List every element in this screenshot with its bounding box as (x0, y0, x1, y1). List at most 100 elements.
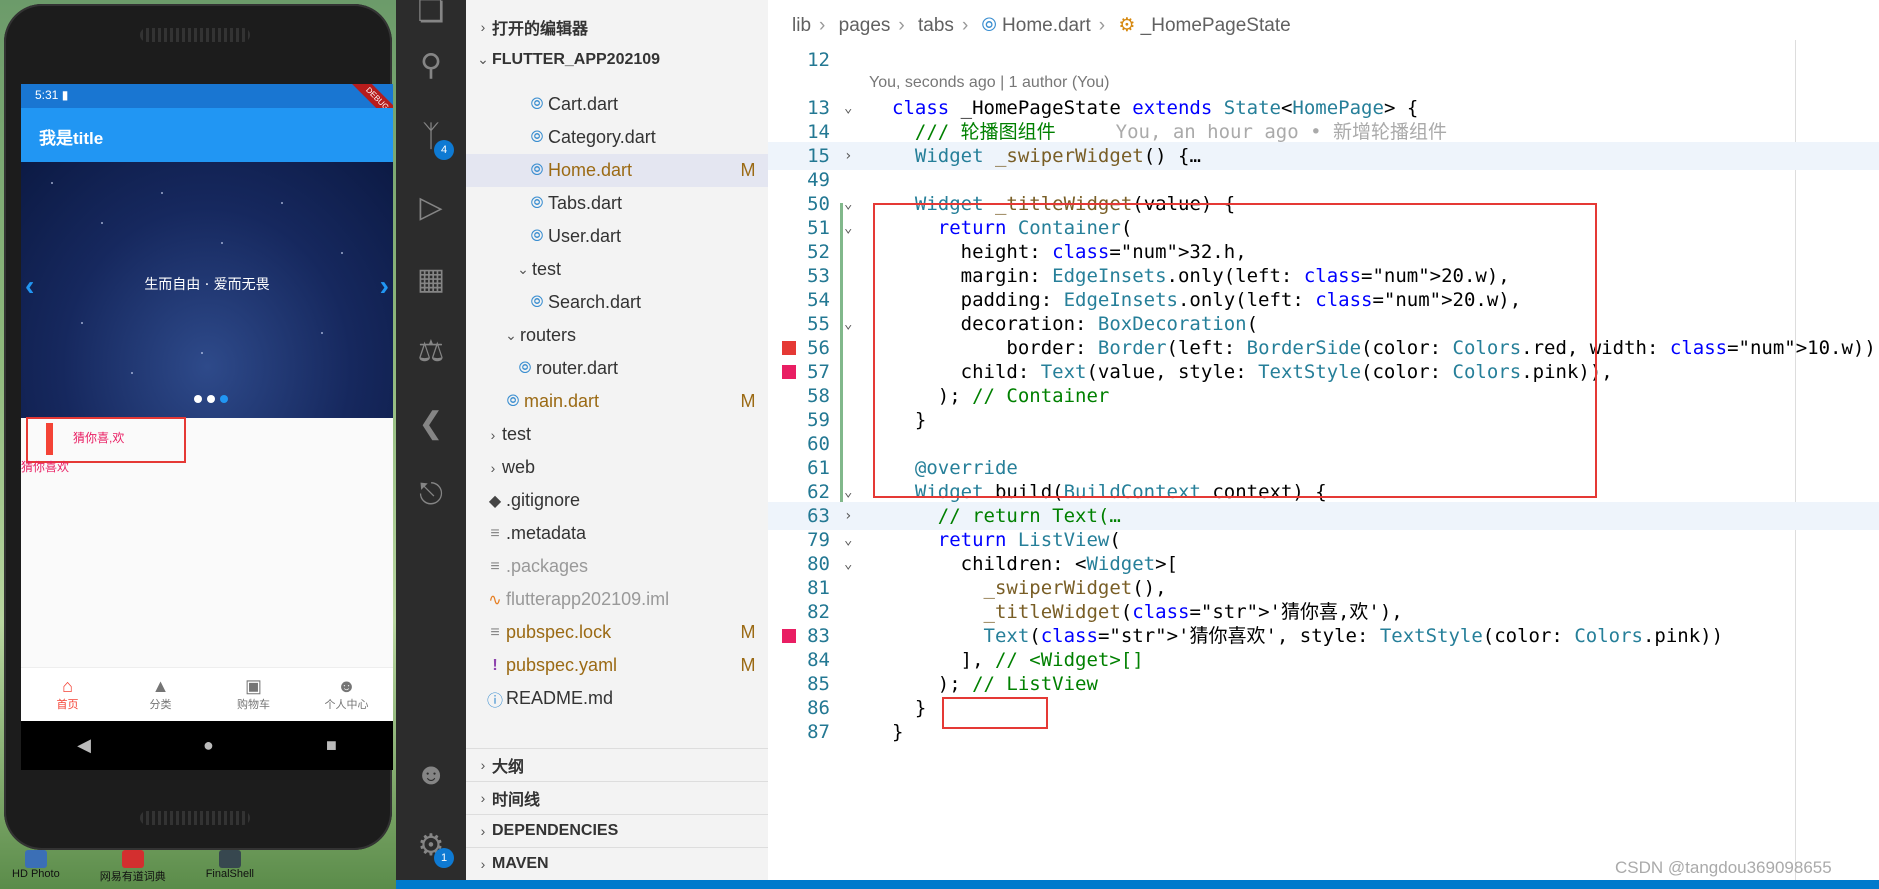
file-label: Home.dart (548, 160, 633, 180)
screen-root: 5:31 ▮ DEBUG 我是title 生而自由 · 爱而无畏 ‹ › 猜你喜… (0, 0, 1879, 889)
pagination-dot[interactable] (207, 395, 215, 403)
account-icon[interactable]: ☻ (396, 750, 466, 800)
chevron-down-icon: ⌄ (505, 327, 517, 343)
file-item[interactable]: ⦾ router.dart (466, 352, 768, 385)
search-icon[interactable]: ⚲ (396, 40, 466, 90)
section-label: 打开的编辑器 (492, 20, 589, 38)
phone-screen: 5:31 ▮ DEBUG 我是title 生而自由 · 爱而无畏 ‹ › 猜你喜… (21, 84, 393, 770)
desktop-background: 5:31 ▮ DEBUG 我是title 生而自由 · 爱而无畏 ‹ › 猜你喜… (0, 0, 396, 889)
file-item[interactable]: ∿ flutterapp202109.iml (466, 583, 768, 616)
exclamation-icon: ! (492, 656, 498, 674)
folder-label: routers (520, 325, 577, 345)
breadcrumb-item[interactable]: _HomePageState (1141, 15, 1291, 36)
breakpoint-icon[interactable] (782, 629, 796, 643)
recents-icon[interactable]: ■ (326, 735, 337, 756)
testing-icon[interactable]: ⚖ (396, 326, 466, 376)
section-label: MAVEN (492, 855, 549, 872)
section-label: DEPENDENCIES (492, 822, 619, 839)
app-bar-title: 我是title (39, 129, 104, 148)
chevron-right-icon: › (490, 426, 496, 443)
shortcut-label: 网易有道词典 (99, 871, 166, 883)
swiper-pagination (194, 395, 228, 403)
flutter-icon[interactable]: ❮ (396, 398, 466, 448)
folder-item[interactable]: › web (466, 451, 768, 484)
status-time: 5:31 (35, 88, 59, 102)
file-item[interactable]: ≡ pubspec.lock M (466, 616, 768, 649)
dart-file-icon: ⦾ (518, 359, 532, 377)
shortcut-youdao[interactable]: 网易有道词典 (100, 850, 166, 889)
project-root[interactable]: ⌄ FLUTTER_APP202109 (466, 43, 768, 76)
breadcrumb-item[interactable]: tabs (918, 15, 954, 36)
swiper-prev-icon[interactable]: ‹ (25, 270, 34, 302)
nav-cart[interactable]: ▣ 购物车 (207, 668, 300, 721)
pagination-dot[interactable] (194, 395, 202, 403)
code-line[interactable]: 12 (768, 46, 1879, 74)
codelens-blame[interactable]: You, seconds ago | 1 author (You) (869, 74, 1109, 92)
folder-item[interactable]: ⌄ test (466, 253, 768, 286)
annotation-box (26, 417, 186, 463)
file-item[interactable]: ⦾ User.dart (466, 220, 768, 253)
file-item[interactable]: ! pubspec.yaml M (466, 649, 768, 682)
breakpoint-icon[interactable] (782, 341, 796, 355)
code-line[interactable]: 87} (768, 718, 1879, 746)
file-item[interactable]: ◆ .gitignore (466, 484, 768, 517)
explorer-icon[interactable]: ❏ (396, 0, 466, 36)
shortcut-finalshell[interactable]: FinalShell (206, 850, 254, 889)
breadcrumb-item[interactable]: pages (839, 15, 891, 36)
file-label: .packages (506, 556, 589, 576)
file-label: .gitignore (506, 490, 581, 510)
timeline-section[interactable]: › 时间线 (466, 781, 768, 814)
shortcut-hd-photo[interactable]: HD Photo (12, 850, 60, 889)
pagination-dot-active[interactable] (220, 395, 228, 403)
file-item[interactable]: ≡ .metadata (466, 517, 768, 550)
swiper-next-icon[interactable]: › (380, 270, 389, 302)
file-item-selected[interactable]: ⦾ Home.dart M (466, 154, 768, 187)
file-item[interactable]: ⦾ Tabs.dart (466, 187, 768, 220)
file-item[interactable]: ⦾ Search.dart (466, 286, 768, 319)
file-item[interactable]: ⦾ main.dart M (466, 385, 768, 418)
breadcrumb-item[interactable]: Home.dart (1002, 15, 1091, 36)
file-item[interactable]: ⦾ Category.dart (466, 121, 768, 154)
chevron-right-icon: › (480, 790, 486, 806)
app-icon (24, 850, 47, 868)
nav-category[interactable]: ▲ 分类 (114, 668, 207, 721)
dart-file-icon: ⦾ (530, 293, 544, 311)
outline-section[interactable]: › 大纲 (466, 748, 768, 781)
desktop-shortcuts: HD Photo 网易有道词典 FinalShell (0, 850, 396, 889)
file-label: .metadata (506, 523, 587, 543)
nav-label: 分类 (149, 699, 172, 711)
git-graph-icon[interactable]: ⎋ (396, 470, 466, 520)
swiper-banner[interactable]: 生而自由 · 爱而无畏 ‹ › (21, 162, 393, 418)
section-label: 大纲 (492, 759, 525, 776)
extensions-icon[interactable]: ▦ (396, 254, 466, 304)
back-icon[interactable]: ◀ (77, 735, 91, 756)
chevron-right-icon: › (480, 823, 486, 839)
breadcrumb-item[interactable]: lib (792, 15, 811, 36)
dependencies-section[interactable]: › DEPENDENCIES (466, 814, 768, 847)
git-status: M (740, 391, 756, 411)
folder-item[interactable]: › test (466, 418, 768, 451)
file-item[interactable]: ≡ .packages (466, 550, 768, 583)
source-control-icon[interactable]: ᛉ 4 (396, 112, 466, 162)
folder-item[interactable]: ⌄ routers (466, 319, 768, 352)
file-item[interactable]: ⓘ README.md (466, 682, 768, 715)
file-item[interactable]: ⦾ Cart.dart (466, 88, 768, 121)
dart-file-icon: ⦾ (530, 194, 544, 212)
home-circle-icon[interactable]: ● (203, 735, 214, 756)
breakpoint-icon[interactable] (782, 365, 796, 379)
file-label: README.md (506, 688, 614, 708)
section-label: 时间线 (492, 792, 541, 809)
settings-gear-icon[interactable]: ⚙ 1 (396, 820, 466, 870)
lines-file-icon: ≡ (490, 623, 500, 641)
maven-section[interactable]: › MAVEN (466, 847, 768, 880)
folder-label: test (532, 259, 562, 279)
run-debug-icon[interactable]: ▷ (396, 182, 466, 232)
file-label: User.dart (548, 226, 622, 246)
dart-file-icon: ⦾ (981, 15, 997, 36)
nav-home[interactable]: ⌂ 首页 (21, 668, 114, 721)
open-editors-section[interactable]: › 打开的编辑器 (466, 10, 768, 43)
home-icon: ⌂ (62, 676, 73, 696)
chevron-down-icon: ⌄ (517, 261, 529, 277)
code-editor[interactable]: lib › pages › tabs › ⦾ Home.dart › ⚙ _HomePa… (768, 0, 1879, 889)
nav-profile[interactable]: ☻ 个人中心 (300, 668, 393, 721)
